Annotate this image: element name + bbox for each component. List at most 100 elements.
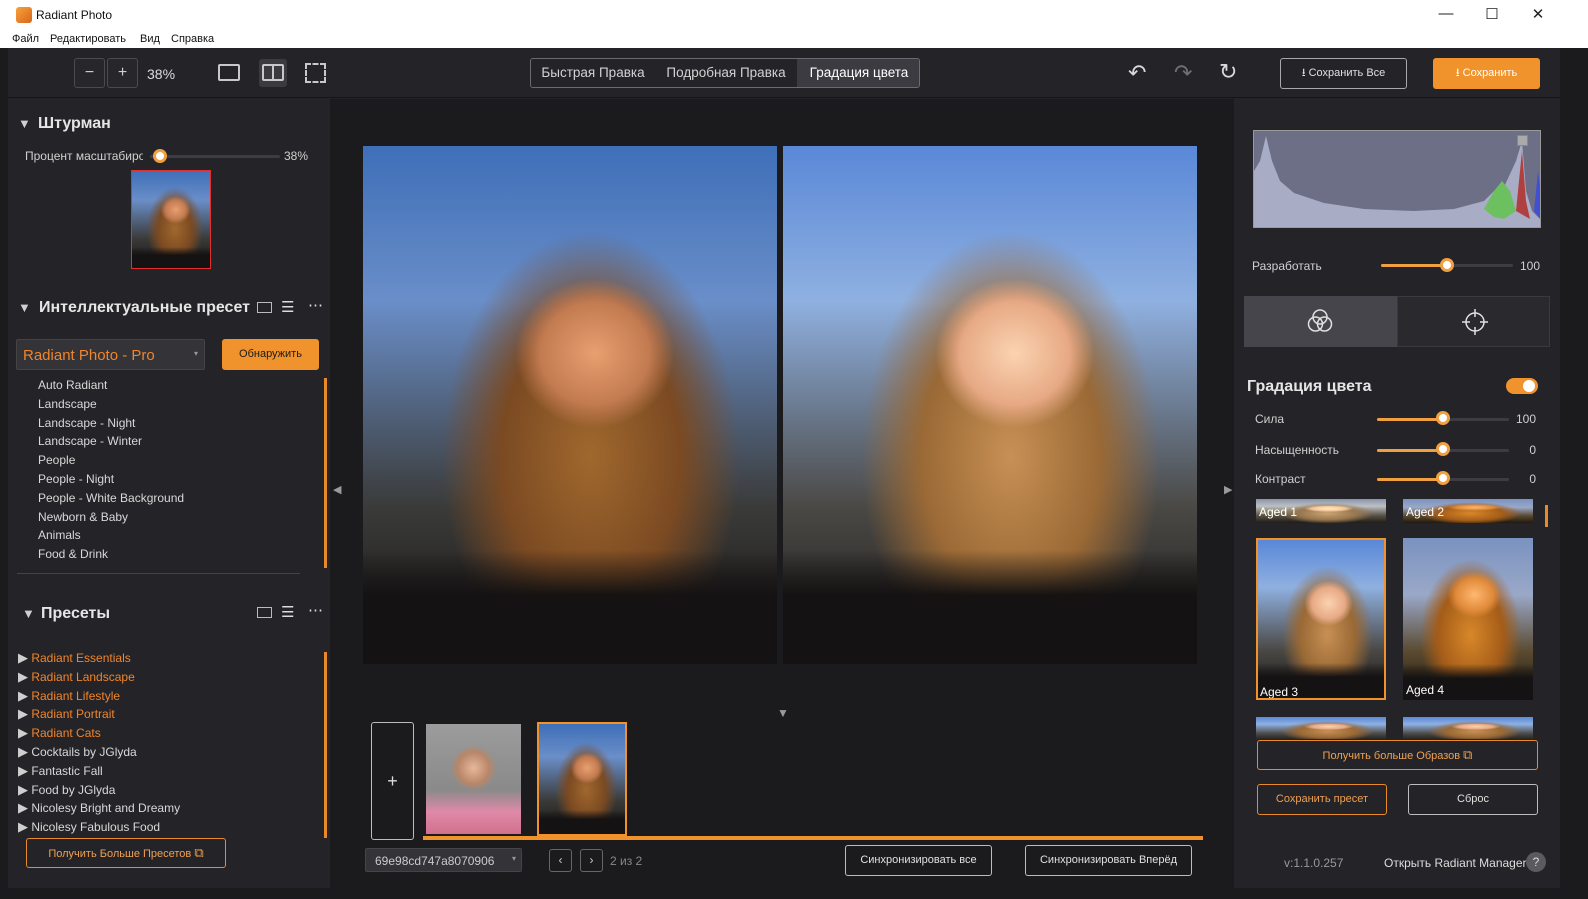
smart-preset-item[interactable]: People - Night: [38, 470, 308, 489]
help-icon[interactable]: ?: [1526, 852, 1546, 872]
preset-group[interactable]: ▶ Cocktails by JGlyda: [18, 743, 318, 762]
look-thumbnail[interactable]: Aged 1: [1256, 499, 1386, 523]
toggle-filmstrip-icon[interactable]: ▼: [777, 706, 789, 720]
tab-quick-edit[interactable]: Быстрая Правка: [531, 59, 655, 87]
saturation-slider-knob[interactable]: [1436, 442, 1450, 456]
zoom-in-button[interactable]: +: [107, 58, 138, 88]
undo-icon[interactable]: ↶: [1128, 60, 1146, 86]
get-more-presets-button[interactable]: Получить Больше Пресетов ⧉: [26, 838, 226, 868]
grid-view-icon[interactable]: [257, 607, 272, 618]
tab-detailed-edit[interactable]: Подробная Правка: [655, 59, 797, 87]
sync-forward-button[interactable]: Синхронизировать Вперёд: [1025, 845, 1192, 876]
more-options-icon[interactable]: ⋯: [308, 296, 323, 314]
preset-group[interactable]: ▶ Radiant Cats: [18, 724, 318, 743]
save-preset-button[interactable]: Сохранить пресет: [1257, 784, 1387, 815]
zoom-value: 38%: [147, 66, 176, 82]
close-button[interactable]: ✕: [1526, 5, 1550, 25]
filmstrip-thumbnail-selected[interactable]: [537, 722, 627, 836]
look-label: Aged 3: [1260, 685, 1299, 699]
selective-mode-button[interactable]: [1397, 296, 1550, 347]
look-thumbnail-selected[interactable]: Aged 3: [1256, 538, 1386, 700]
preset-group[interactable]: ▶ Nicolesy Fabulous Food: [18, 818, 318, 837]
menu-file[interactable]: Файл: [12, 33, 39, 45]
color-grading-toggle[interactable]: [1506, 378, 1538, 394]
menu-edit[interactable]: Редактировать: [50, 33, 126, 45]
smart-preset-item[interactable]: Food & Drink: [38, 545, 308, 564]
reset-button[interactable]: Сброс: [1408, 784, 1538, 815]
collapse-presets-icon[interactable]: ▼: [22, 606, 35, 621]
look-thumbnail[interactable]: Aged 2: [1403, 499, 1533, 523]
smart-preset-item[interactable]: Animals: [38, 526, 308, 545]
add-image-button[interactable]: +: [371, 722, 414, 840]
preset-group[interactable]: ▶ Food by JGlyda: [18, 781, 318, 800]
prev-image-button[interactable]: ‹: [549, 849, 572, 872]
expand-icon: ▶: [18, 706, 28, 722]
smart-preset-item[interactable]: Landscape - Winter: [38, 432, 308, 451]
look-thumbnail[interactable]: [1403, 717, 1533, 739]
preset-group[interactable]: ▶ Radiant Lifestyle: [18, 687, 318, 706]
detect-button[interactable]: Обнаружить: [222, 339, 319, 370]
preset-group[interactable]: ▶ Radiant Landscape: [18, 668, 318, 687]
zoom-out-button[interactable]: −: [74, 58, 105, 88]
preset-group[interactable]: ▶ Radiant Portrait: [18, 705, 318, 724]
tab-color-grading[interactable]: Градация цвета: [797, 59, 919, 87]
smart-preset-item[interactable]: Landscape - Night: [38, 414, 308, 433]
list-view-icon[interactable]: ☰: [281, 298, 294, 316]
smart-preset-item[interactable]: People: [38, 451, 308, 470]
develop-slider-knob[interactable]: [1440, 258, 1454, 272]
open-manager-link[interactable]: Открыть Radiant Manager: [1384, 856, 1527, 870]
preset-group[interactable]: ▶ Radiant Essentials: [18, 649, 318, 668]
zoom-percent-label: Процент масштабирования: [25, 149, 143, 163]
navigator-zoom-knob[interactable]: [153, 149, 167, 163]
navigator-thumbnail[interactable]: [131, 170, 211, 269]
after-image[interactable]: [783, 146, 1197, 664]
smart-preset-item[interactable]: Auto Radiant: [38, 376, 308, 395]
collapse-navigator-icon[interactable]: ▼: [18, 116, 31, 131]
smart-preset-item[interactable]: People - White Background: [38, 489, 308, 508]
next-image-button[interactable]: ›: [580, 849, 603, 872]
sync-all-button[interactable]: Синхронизировать все: [845, 845, 992, 876]
color-grading-mode-button[interactable]: [1244, 296, 1397, 347]
smart-presets-scrollbar[interactable]: [324, 378, 327, 568]
before-image[interactable]: [363, 146, 777, 664]
single-view-icon[interactable]: [218, 64, 240, 81]
smart-preset-item[interactable]: Landscape: [38, 395, 308, 414]
title-bar: Radiant Photo — ☐ ✕: [0, 0, 1588, 32]
menu-view[interactable]: Вид: [140, 33, 160, 45]
preset-group[interactable]: ▶ Fantastic Fall: [18, 762, 318, 781]
save-all-button[interactable]: ⭳ Сохранить Все: [1280, 58, 1407, 89]
split-view-button[interactable]: [259, 59, 287, 87]
looks-scrollbar[interactable]: [1545, 505, 1548, 527]
look-thumbnail[interactable]: Aged 4: [1403, 538, 1533, 700]
smart-preset-item[interactable]: Newborn & Baby: [38, 508, 308, 527]
more-options-icon[interactable]: ⋯: [308, 601, 323, 619]
redo-icon[interactable]: ↷: [1174, 60, 1192, 86]
reset-view-icon[interactable]: ↻: [1219, 59, 1237, 85]
minimize-button[interactable]: —: [1434, 5, 1458, 25]
filmstrip-scrollbar[interactable]: [423, 836, 1203, 840]
strength-slider-knob[interactable]: [1436, 411, 1450, 425]
looks-grid: Aged 1 Aged 2 Aged 3 Aged 4: [1244, 499, 1544, 739]
maximize-button[interactable]: ☐: [1480, 5, 1504, 25]
product-select[interactable]: Radiant Photo - Pro ▾: [16, 339, 205, 370]
contrast-slider-knob[interactable]: [1436, 471, 1450, 485]
save-button[interactable]: ⭳ Сохранить: [1433, 58, 1540, 89]
collapse-left-panel-icon[interactable]: ◀: [333, 483, 341, 496]
grid-view-icon[interactable]: [257, 302, 272, 313]
download-icon: ⭳: [1455, 67, 1460, 79]
look-label: Aged 4: [1406, 683, 1445, 697]
saturation-slider-fill: [1377, 449, 1443, 452]
filmstrip-thumbnail[interactable]: [426, 724, 521, 834]
crop-view-icon[interactable]: [305, 63, 326, 83]
file-select[interactable]: 69e98cd747a8070906 ▾: [365, 848, 522, 872]
histogram-clipping-icon[interactable]: [1517, 135, 1528, 146]
collapse-smart-presets-icon[interactable]: ▼: [18, 300, 31, 315]
collapse-right-panel-icon[interactable]: ▶: [1224, 483, 1232, 496]
get-more-looks-button[interactable]: Получить больше Образов ⧉: [1257, 740, 1538, 770]
menu-help[interactable]: Справка: [171, 33, 214, 45]
look-thumbnail[interactable]: [1256, 717, 1386, 739]
presets-scrollbar[interactable]: [324, 652, 327, 838]
navigator-zoom-track[interactable]: [150, 155, 280, 158]
list-view-icon[interactable]: ☰: [281, 603, 294, 621]
preset-group[interactable]: ▶ Nicolesy Bright and Dreamy: [18, 799, 318, 818]
